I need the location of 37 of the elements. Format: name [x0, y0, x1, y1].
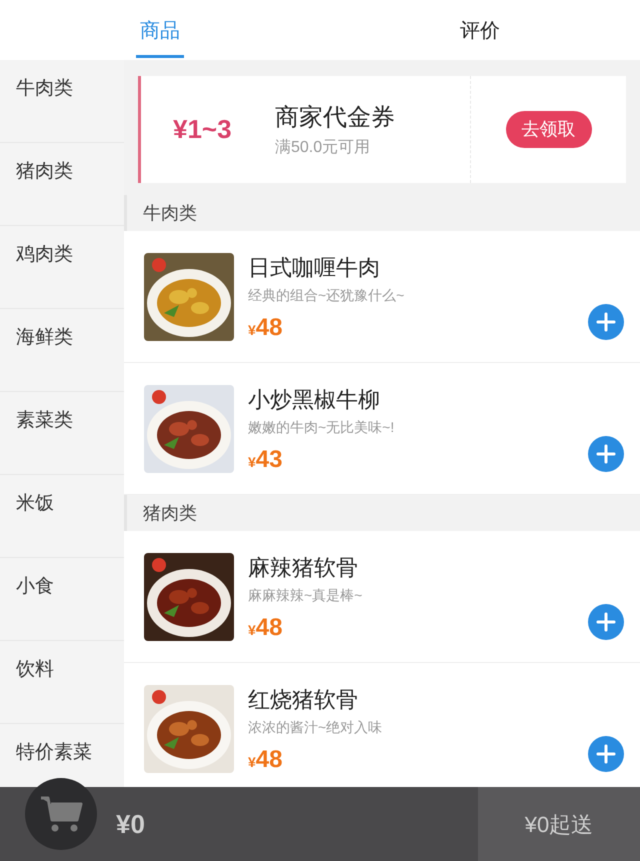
add-button[interactable] — [588, 436, 624, 472]
dish-name: 红烧猪软骨 — [248, 686, 359, 714]
category-item[interactable]: 饮料 — [16, 656, 54, 684]
plus-icon — [596, 312, 616, 332]
add-button[interactable] — [588, 304, 624, 340]
coupon-amount: ¥1~3 — [173, 113, 233, 146]
coupon-title: 商家代金券 — [275, 102, 396, 132]
dish-name: 麻辣猪软骨 — [248, 554, 359, 582]
dish-name: 小炒黑椒牛柳 — [248, 386, 381, 414]
add-button[interactable] — [588, 736, 624, 772]
tab[interactable]: 评价 — [456, 6, 504, 58]
cart-icon — [39, 794, 83, 834]
dish-description: 经典的组合~还犹豫什么~ — [248, 286, 406, 305]
category-item[interactable]: 海鲜类 — [16, 324, 73, 352]
dish-name: 日式咖喱牛肉 — [248, 254, 381, 282]
plus-icon — [596, 444, 616, 464]
min-order-label: ¥0起送 — [478, 787, 640, 861]
claim-button[interactable]: 去领取 — [506, 111, 592, 148]
category-item[interactable]: 鸡肉类 — [16, 241, 73, 270]
dish-description: 麻麻辣辣~真是棒~ — [248, 586, 364, 605]
plus-icon — [596, 744, 616, 764]
category-item[interactable]: 牛肉类 — [16, 75, 73, 104]
category-item[interactable]: 猪肉类 — [16, 158, 73, 186]
dish-price: ¥48 — [248, 613, 284, 643]
category-item[interactable]: 素菜类 — [16, 407, 73, 436]
plus-icon — [596, 612, 616, 632]
dish-description: 嫩嫩的牛肉~无比美味~! — [248, 418, 396, 437]
dish-price: ¥43 — [248, 445, 284, 475]
category-item[interactable]: 小食 — [16, 573, 54, 602]
add-button[interactable] — [588, 604, 624, 640]
dish-price: ¥48 — [248, 745, 284, 775]
coupon-condition: 满50.0元可用 — [275, 138, 372, 158]
category-item[interactable]: 米饭 — [16, 490, 54, 518]
dish-price: ¥48 — [248, 313, 284, 343]
cart-total: ¥0 — [116, 808, 146, 840]
dish-description: 浓浓的酱汁~绝对入味 — [248, 718, 384, 737]
category-item[interactable]: 特价素菜 — [16, 739, 92, 768]
